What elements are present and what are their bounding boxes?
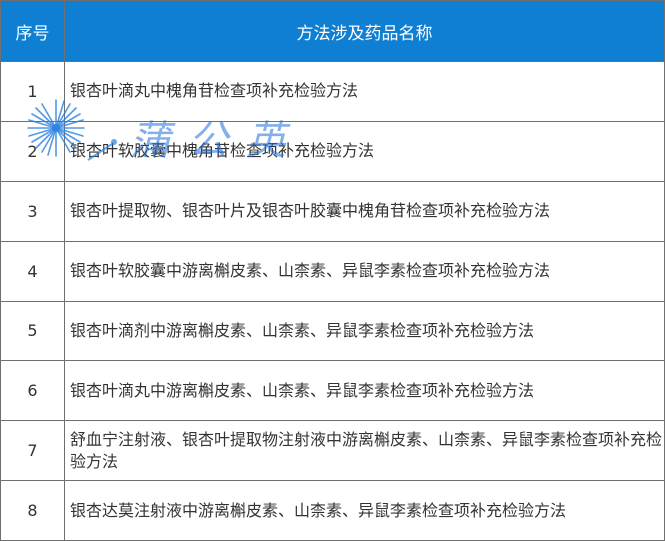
table-row: 3 银杏叶提取物、银杏叶片及银杏叶胶囊中槐角苷检查项补充检验方法	[0, 180, 665, 242]
row-drug-name: 银杏叶滴丸中游离槲皮素、山柰素、异鼠李素检查项补充检验方法	[64, 360, 665, 422]
row-number: 1	[0, 61, 65, 122]
table-row: 5 银杏叶滴剂中游离槲皮素、山柰素、异鼠李素检查项补充检验方法	[0, 300, 665, 362]
table-header-row: 序号 方法涉及药品名称	[0, 0, 665, 62]
row-drug-name: 银杏叶滴丸中槐角苷检查项补充检验方法	[64, 61, 665, 122]
row-number: 4	[0, 240, 65, 302]
row-drug-name: 银杏叶提取物、银杏叶片及银杏叶胶囊中槐角苷检查项补充检验方法	[64, 180, 665, 242]
row-drug-name: 银杏叶滴剂中游离槲皮素、山柰素、异鼠李素检查项补充检验方法	[64, 300, 665, 362]
table-row: 4 银杏叶软胶囊中游离槲皮素、山柰素、异鼠李素检查项补充检验方法	[0, 240, 665, 302]
header-drug-name: 方法涉及药品名称	[64, 0, 665, 62]
row-drug-name: 银杏叶软胶囊中槐角苷检查项补充检验方法	[64, 120, 665, 182]
row-drug-name: 舒血宁注射液、银杏叶提取物注射液中游离槲皮素、山柰素、异鼠李素检查项补充检验方法	[64, 420, 665, 482]
drug-method-table: 序号 方法涉及药品名称 1 银杏叶滴丸中槐角苷检查项补充检验方法 2 银杏叶软胶…	[0, 0, 665, 541]
table-row: 2 银杏叶软胶囊中槐角苷检查项补充检验方法	[0, 120, 665, 182]
row-number: 6	[0, 360, 65, 422]
row-drug-name: 银杏叶软胶囊中游离槲皮素、山柰素、异鼠李素检查项补充检验方法	[64, 240, 665, 302]
table-row: 1 银杏叶滴丸中槐角苷检查项补充检验方法	[0, 61, 665, 122]
row-number: 8	[0, 480, 65, 541]
header-serial: 序号	[0, 0, 65, 62]
table-row: 8 银杏达莫注射液中游离槲皮素、山柰素、异鼠李素检查项补充检验方法	[0, 480, 665, 541]
row-drug-name: 银杏达莫注射液中游离槲皮素、山柰素、异鼠李素检查项补充检验方法	[64, 480, 665, 541]
row-number: 7	[0, 420, 65, 482]
row-number: 3	[0, 180, 65, 242]
table-row: 6 银杏叶滴丸中游离槲皮素、山柰素、异鼠李素检查项补充检验方法	[0, 360, 665, 422]
row-number: 2	[0, 120, 65, 182]
row-number: 5	[0, 300, 65, 362]
table-row: 7 舒血宁注射液、银杏叶提取物注射液中游离槲皮素、山柰素、异鼠李素检查项补充检验…	[0, 420, 665, 482]
